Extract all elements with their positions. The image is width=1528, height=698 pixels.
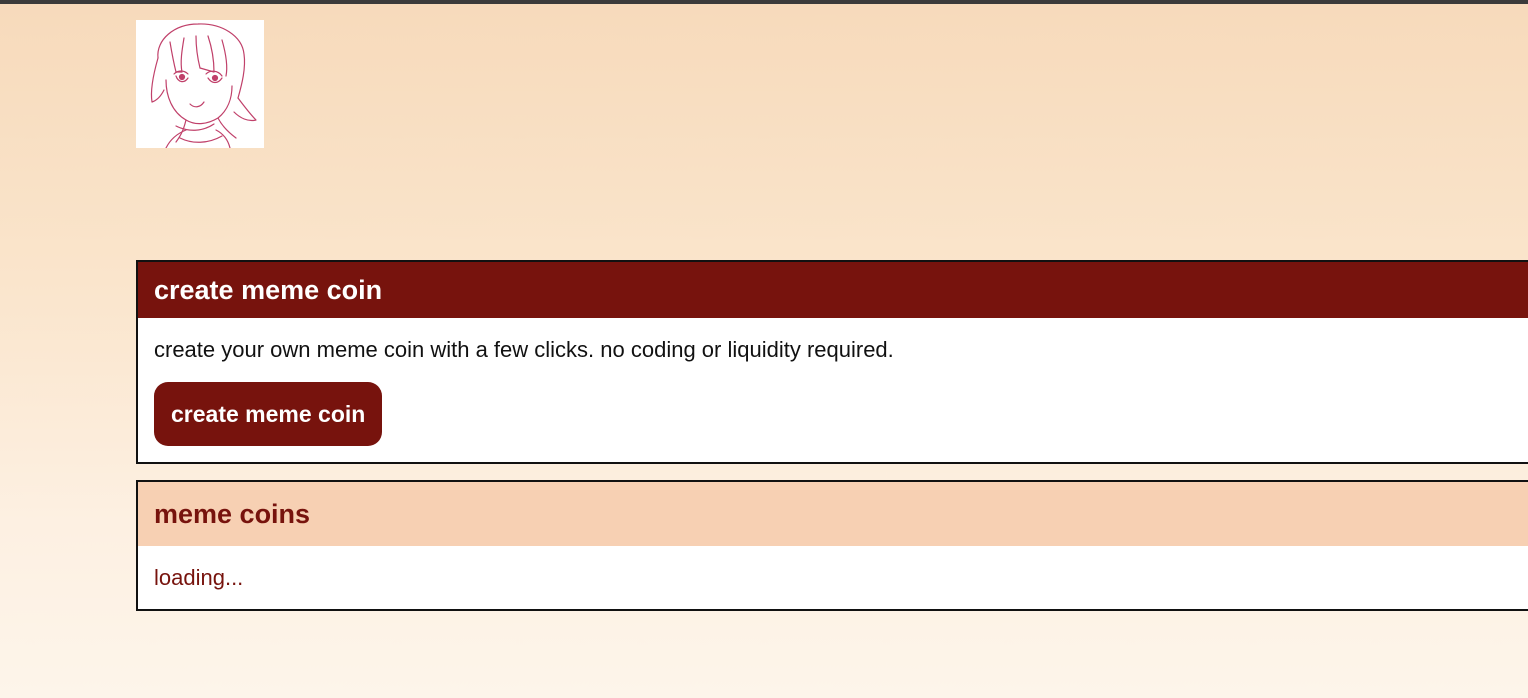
coins-panel-body: loading... <box>138 546 1528 590</box>
meme-coins-panel: meme coins loading... <box>136 480 1528 611</box>
create-panel-title: create meme coin <box>138 262 1528 318</box>
top-strip <box>0 0 1528 4</box>
loading-status: loading... <box>154 565 244 590</box>
create-panel-body: create your own meme coin with a few cli… <box>138 318 1528 446</box>
anime-girl-sketch-icon <box>150 23 257 148</box>
create-meme-coin-panel: create meme coin create your own meme co… <box>136 260 1528 464</box>
logo-image[interactable] <box>136 20 264 148</box>
coins-panel-title: meme coins <box>138 482 1528 546</box>
create-meme-coin-button[interactable]: create meme coin <box>154 382 383 446</box>
create-panel-description: create your own meme coin with a few cli… <box>154 337 894 362</box>
